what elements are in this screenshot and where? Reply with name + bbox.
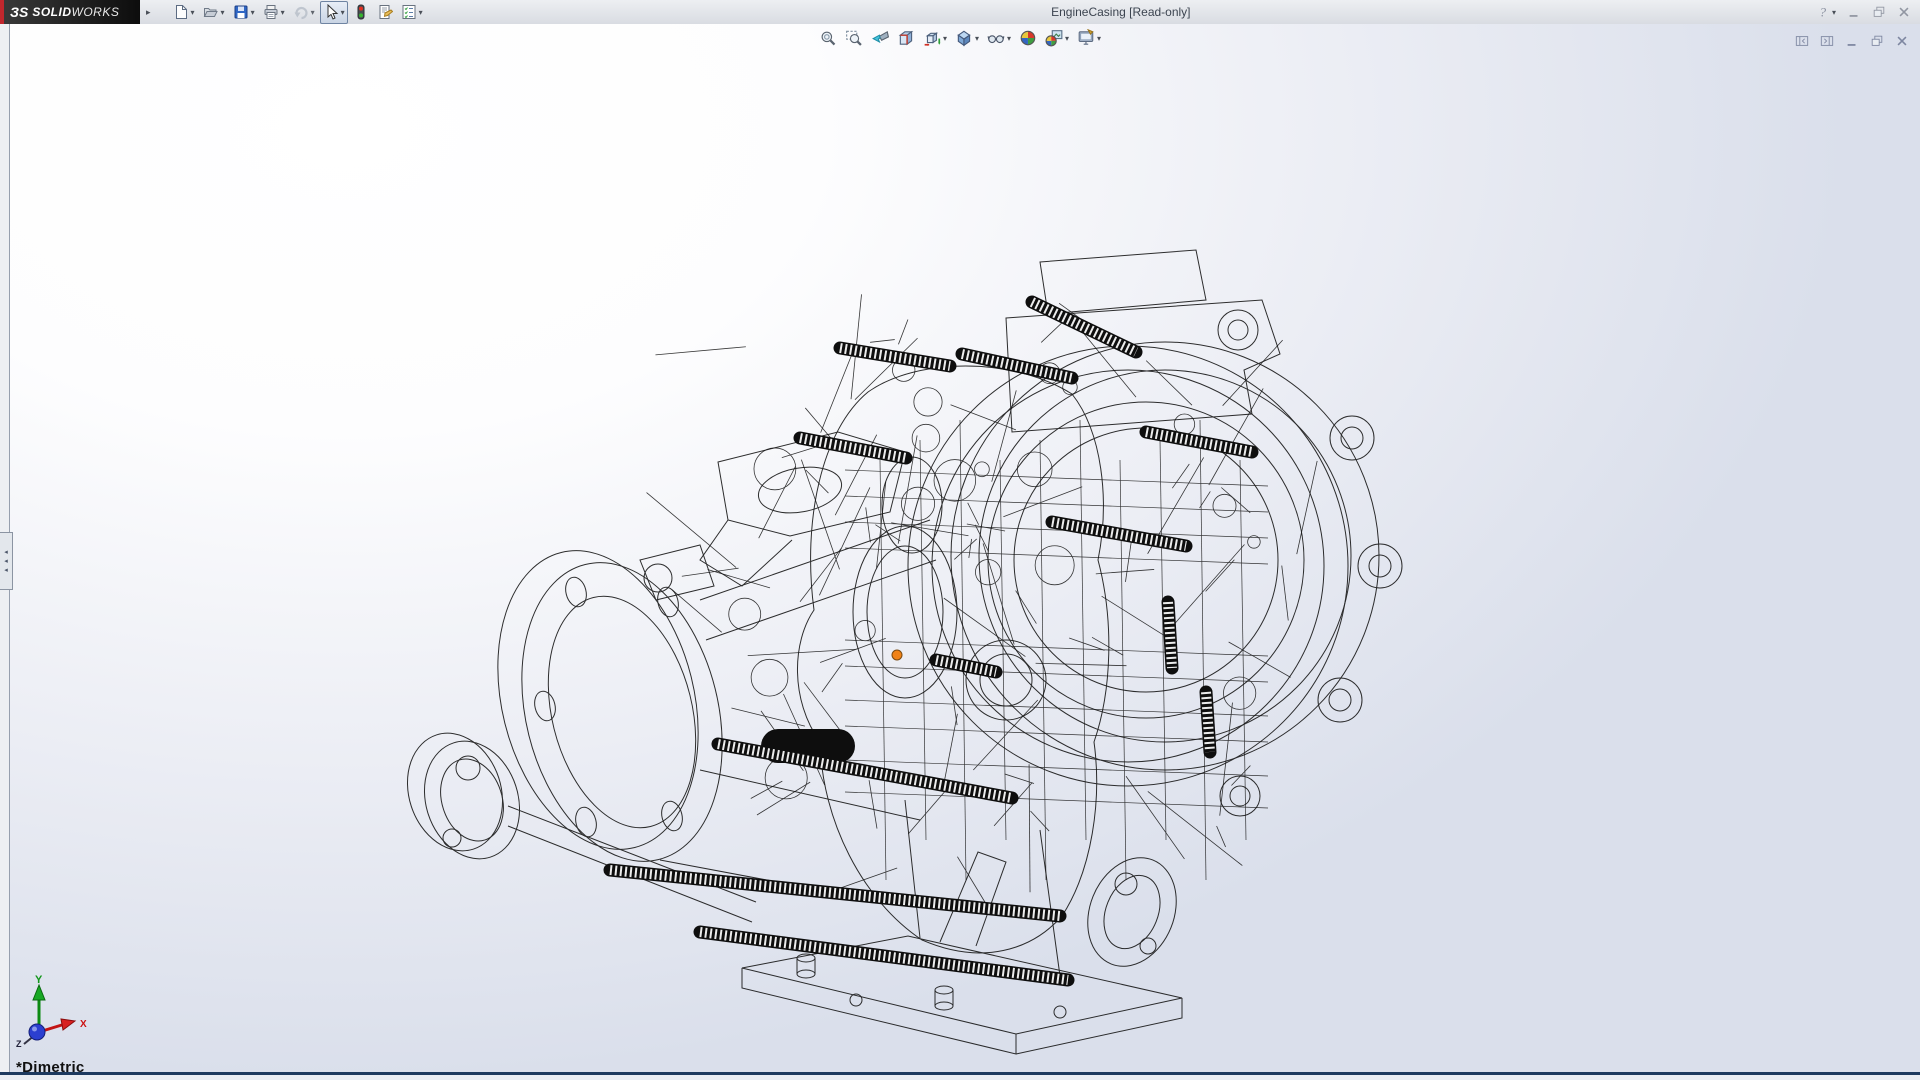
apply-scene-dropdown[interactable]: ▾ bbox=[1065, 34, 1069, 43]
view-settings-icon bbox=[1077, 29, 1095, 47]
view-orientation-label: *Dimetric bbox=[16, 1059, 85, 1072]
previous-view-button[interactable] bbox=[868, 26, 892, 50]
undo-dropdown[interactable]: ▾ bbox=[311, 8, 315, 17]
close-window-button[interactable] bbox=[1896, 1, 1912, 24]
solidworks-window: ЗS SOLID WORKS ▸ ▾ ▾ ▾ ▾ ▾ ▾ ▾ EngineCasing [R… bbox=[0, 0, 1920, 1080]
win-restore-icon bbox=[1872, 5, 1886, 19]
open-dropdown[interactable]: ▾ bbox=[221, 8, 225, 17]
panel-splitter-handle[interactable]: ◂ ◂ ◂ bbox=[0, 532, 13, 590]
previous-view-icon bbox=[871, 29, 889, 47]
zoom-fit-icon bbox=[819, 29, 837, 47]
collapse-arrow-icon: ◂ bbox=[4, 567, 8, 574]
wireframe-model bbox=[0, 24, 1920, 1072]
section-view-button[interactable] bbox=[894, 26, 918, 50]
pane-right-icon bbox=[1820, 34, 1834, 48]
undo-icon bbox=[293, 4, 309, 20]
reference-triad: Y X Z bbox=[8, 972, 100, 1048]
document-window-controls bbox=[1794, 29, 1910, 52]
zoom-to-fit-button[interactable] bbox=[816, 26, 840, 50]
view-orientation-icon bbox=[923, 29, 941, 47]
options-button[interactable]: ▾ bbox=[398, 1, 426, 24]
win-close-icon bbox=[1895, 34, 1909, 48]
display-style-button[interactable]: ▾ bbox=[952, 26, 982, 50]
file-properties-icon bbox=[377, 4, 393, 20]
close-document-button[interactable] bbox=[1894, 29, 1910, 52]
print-button[interactable]: ▾ bbox=[260, 1, 288, 24]
edit-appearance-button[interactable] bbox=[1016, 26, 1040, 50]
display-style-dropdown[interactable]: ▾ bbox=[975, 34, 979, 43]
open-icon bbox=[203, 4, 219, 20]
collapse-arrow-icon: ◂ bbox=[4, 549, 8, 556]
save-icon bbox=[233, 4, 249, 20]
restore-window-button[interactable] bbox=[1871, 1, 1887, 24]
help-button[interactable]: ▾ bbox=[1815, 1, 1837, 24]
new-icon bbox=[173, 4, 189, 20]
restore-document-button[interactable] bbox=[1869, 29, 1885, 52]
toggle-right-pane-button[interactable] bbox=[1819, 29, 1835, 52]
traffic-light-icon bbox=[353, 4, 369, 20]
solidworks-logo: ЗS SOLID WORKS bbox=[0, 0, 140, 24]
undo-button[interactable]: ▾ bbox=[290, 1, 318, 24]
print-dropdown[interactable]: ▾ bbox=[281, 8, 285, 17]
save-dropdown[interactable]: ▾ bbox=[251, 8, 255, 17]
apply-scene-icon bbox=[1045, 29, 1063, 47]
view-settings-button[interactable]: ▾ bbox=[1074, 26, 1104, 50]
display-style-icon bbox=[955, 29, 973, 47]
minimize-window-button[interactable] bbox=[1846, 1, 1862, 24]
logo-text-light: WORKS bbox=[72, 5, 120, 19]
win-close-icon bbox=[1897, 5, 1911, 19]
win-min-icon bbox=[1847, 5, 1861, 19]
save-button[interactable]: ▾ bbox=[230, 1, 258, 24]
select-button[interactable]: ▾ bbox=[320, 1, 348, 24]
edit-appearance-icon bbox=[1019, 29, 1037, 47]
new-document-button[interactable]: ▾ bbox=[170, 1, 198, 24]
collapse-arrow-icon: ◂ bbox=[4, 558, 8, 565]
open-button[interactable]: ▾ bbox=[200, 1, 228, 24]
help-icon bbox=[1816, 5, 1830, 19]
graphics-area[interactable]: ◂ ◂ ◂ Y X Z *Dimetric bbox=[0, 24, 1920, 1072]
window-controls: ▾ bbox=[1815, 1, 1912, 24]
document-title: EngineCasing [Read-only] bbox=[427, 5, 1815, 19]
logo-text-bold: SOLID bbox=[32, 5, 71, 19]
select-dropdown[interactable]: ▾ bbox=[341, 8, 345, 17]
pane-left-icon bbox=[1795, 34, 1809, 48]
minimize-document-button[interactable] bbox=[1844, 29, 1860, 52]
win-restore-icon bbox=[1870, 34, 1884, 48]
status-bar-edge bbox=[0, 1072, 1920, 1080]
rebuild-button[interactable] bbox=[350, 1, 372, 24]
options-dropdown[interactable]: ▾ bbox=[419, 8, 423, 17]
section-view-icon bbox=[897, 29, 915, 47]
logo-glyph: ЗS bbox=[10, 4, 28, 20]
print-icon bbox=[263, 4, 279, 20]
win-min-icon bbox=[1845, 34, 1859, 48]
view-orientation-button[interactable]: ▾ bbox=[920, 26, 950, 50]
menu-expand-arrow-icon[interactable]: ▸ bbox=[146, 7, 151, 18]
new-document-dropdown[interactable]: ▾ bbox=[191, 8, 195, 17]
view-settings-dropdown[interactable]: ▾ bbox=[1097, 34, 1101, 43]
triad-z-label: Z bbox=[16, 1039, 22, 1048]
zoom-area-icon bbox=[845, 29, 863, 47]
triad-x-label: X bbox=[80, 1019, 87, 1030]
standard-toolbar: ▾ ▾ ▾ ▾ ▾ ▾ ▾ bbox=[169, 0, 427, 24]
help-dropdown[interactable]: ▾ bbox=[1832, 8, 1836, 17]
zoom-to-area-button[interactable] bbox=[842, 26, 866, 50]
hide-show-icon bbox=[987, 29, 1005, 47]
hide-show-items-dropdown[interactable]: ▾ bbox=[1007, 34, 1011, 43]
heads-up-view-toolbar: ▾ ▾ ▾ ▾ ▾ bbox=[815, 26, 1105, 50]
assembly-origin-marker[interactable] bbox=[892, 650, 902, 660]
file-properties-button[interactable] bbox=[374, 1, 396, 24]
apply-scene-button[interactable]: ▾ bbox=[1042, 26, 1072, 50]
hide-show-items-button[interactable]: ▾ bbox=[984, 26, 1014, 50]
options-icon bbox=[401, 4, 417, 20]
view-orientation-dropdown[interactable]: ▾ bbox=[943, 34, 947, 43]
title-bar: ЗS SOLID WORKS ▸ ▾ ▾ ▾ ▾ ▾ ▾ ▾ EngineCasing [R… bbox=[0, 0, 1920, 25]
cursor-icon bbox=[323, 4, 339, 20]
toggle-left-pane-button[interactable] bbox=[1794, 29, 1810, 52]
